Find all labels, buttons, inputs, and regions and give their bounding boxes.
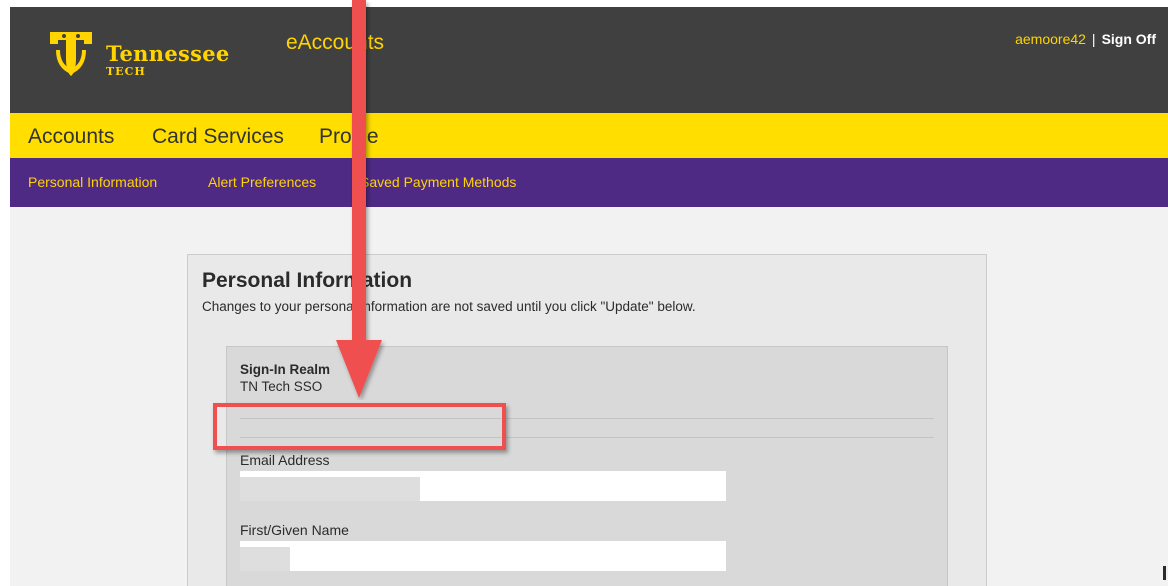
redacted-text bbox=[240, 547, 290, 571]
first-name-field[interactable] bbox=[240, 541, 726, 571]
main-nav: Accounts Card Services Profile bbox=[10, 113, 1168, 158]
brand-sub: TECH bbox=[106, 65, 146, 78]
red-down-arrow-annotation bbox=[336, 0, 382, 398]
tennessee-tech-logo-icon bbox=[50, 32, 92, 76]
redacted-text bbox=[240, 477, 420, 501]
app-window: Tennessee TECH eAccounts aemoore42 | Sign … bbox=[10, 0, 1168, 586]
edge-mark bbox=[1163, 566, 1166, 580]
email-label: Email Address bbox=[240, 452, 330, 468]
subnav-personal-information[interactable]: Personal Information bbox=[28, 174, 157, 190]
panel-description: Changes to your personal information are… bbox=[202, 299, 696, 314]
subnav-alert-preferences[interactable]: Alert Preferences bbox=[208, 174, 316, 190]
sub-nav: Personal Information Alert Preferences S… bbox=[10, 158, 1168, 207]
highlight-box-annotation bbox=[213, 403, 506, 450]
sign-in-realm-label: Sign-In Realm bbox=[240, 362, 331, 377]
username-link[interactable]: aemoore42 bbox=[1015, 31, 1086, 47]
email-field[interactable] bbox=[240, 471, 726, 501]
nav-accounts[interactable]: Accounts bbox=[28, 125, 114, 149]
sign-in-realm-value: TN Tech SSO bbox=[240, 379, 323, 394]
first-name-label: First/Given Name bbox=[240, 522, 349, 538]
header-bar: Tennessee TECH eAccounts aemoore42 | Sign … bbox=[10, 0, 1168, 113]
user-separator: | bbox=[1091, 31, 1096, 47]
nav-card-services[interactable]: Card Services bbox=[152, 125, 284, 149]
user-area: aemoore42 | Sign Off bbox=[1015, 31, 1156, 47]
sign-off-link[interactable]: Sign Off bbox=[1102, 31, 1156, 47]
brand-name: Tennessee bbox=[106, 41, 230, 66]
